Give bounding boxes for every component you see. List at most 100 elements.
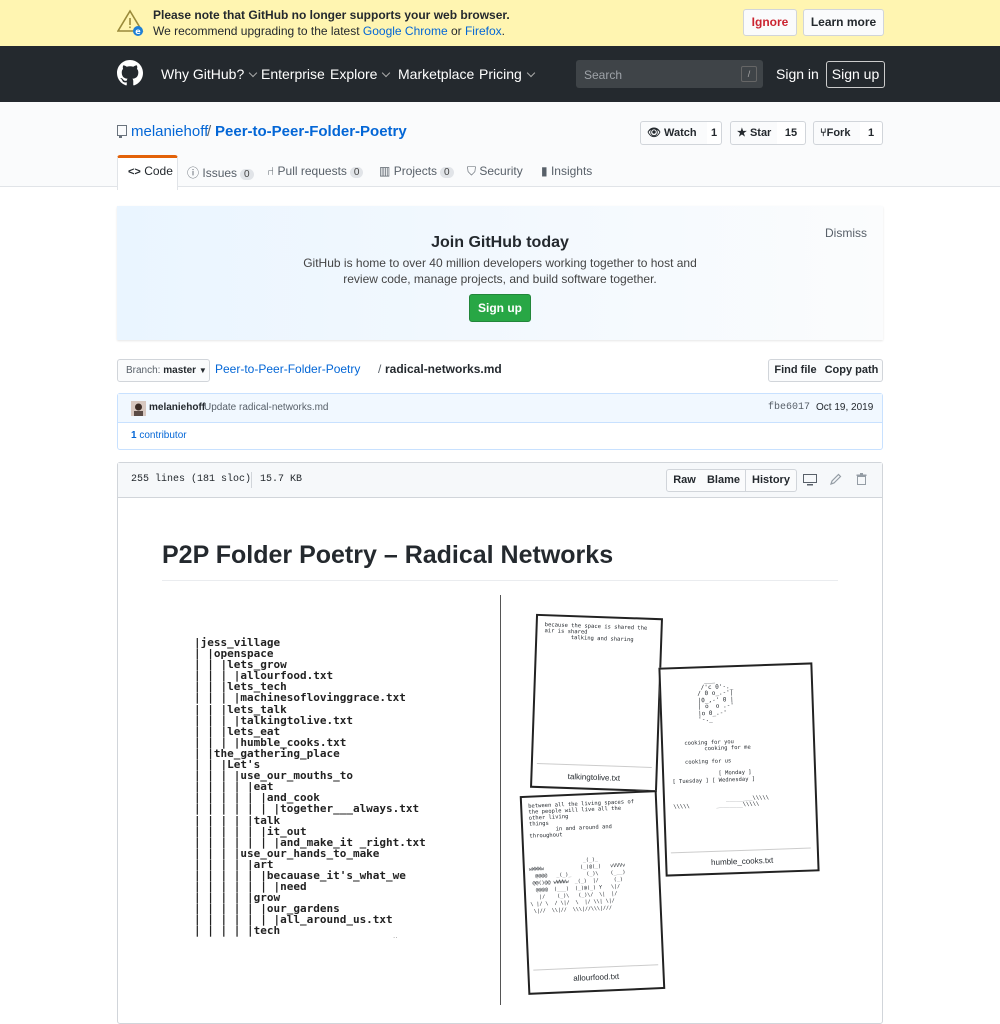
github-logo-icon[interactable]: [117, 60, 143, 86]
folder-tree-line: | | | | |tech: [194, 924, 281, 938]
breadcrumb-file-name: radical-networks.md: [385, 362, 502, 376]
warning-browser-icon: e: [117, 9, 144, 36]
card-humble-cooks-caption: humble_cooks.txt: [710, 855, 774, 868]
star-count[interactable]: 15: [777, 121, 806, 145]
repo-name-link[interactable]: Peer-to-Peer-Folder-Poetry: [215, 123, 407, 140]
folder-tree-image: |jess_village | |openspace | | |lets_grow |…: [194, 637, 426, 937]
join-github-signup-prompt: Join GitHub today GitHub is home to over…: [117, 206, 883, 340]
chevron-down-icon: [249, 68, 258, 78]
fork-icon: ⑂: [820, 127, 827, 139]
repo-owner-link[interactable]: melaniehoff: [131, 123, 208, 140]
avatar[interactable]: [131, 401, 146, 416]
sign-in-link[interactable]: Sign in: [776, 66, 819, 82]
watch-button[interactable]: 👁 Watch: [640, 121, 708, 145]
tab-code[interactable]: <> Code: [117, 155, 178, 190]
star-button[interactable]: ★ Star: [730, 121, 778, 145]
google-chrome-link[interactable]: Google Chrome: [363, 24, 448, 38]
blame-button[interactable]: Blame: [702, 469, 746, 492]
commit-author-link[interactable]: melaniehoff: [149, 402, 205, 413]
pull-request-icon: ⑁: [267, 164, 275, 178]
project-icon: ▥: [379, 164, 391, 178]
file-info-divider: [251, 472, 252, 488]
nav-explore[interactable]: Explore: [330, 66, 391, 82]
tab-pull-requests[interactable]: ⑁ Pull requests 0: [267, 164, 364, 178]
banner-message: We recommend upgrading to the latest Goo…: [153, 24, 505, 38]
card-allourfood-rule: [533, 964, 659, 971]
repo-title-separator: /: [207, 123, 212, 140]
breadcrumb-separator: /: [378, 362, 382, 376]
card-humble-cooks-rule: [670, 847, 811, 854]
card-humble-cooks-art: ___ /'c 0'-._ / 0 o_.-'| |0_,-' 0 | | o …: [696, 676, 735, 724]
header-sign-up-button[interactable]: Sign up: [826, 61, 885, 88]
markdown-title: P2P Folder Poetry – Radical Networks: [162, 541, 614, 569]
tab-issues[interactable]: ⓘ Issues 0: [187, 164, 254, 181]
title-rule: [162, 580, 838, 581]
folder-tree-line: | | | | |talk: [194, 813, 281, 827]
chevron-down-icon: [382, 68, 391, 78]
site-header: Why GitHub? Enterprise Explore Marketpla…: [0, 46, 1000, 102]
tab-insights[interactable]: ▮ Insights: [541, 164, 592, 178]
graph-icon: ▮: [541, 164, 548, 178]
fork-count[interactable]: 1: [860, 121, 883, 145]
browser-warning-banner: e Please note that GitHub no longer supp…: [0, 0, 1000, 47]
image-divider: [500, 595, 501, 1005]
join-description-line1: GitHub is home to over 40 million develo…: [303, 256, 697, 270]
history-button[interactable]: History: [746, 469, 797, 492]
repo-icon: [117, 125, 127, 138]
chevron-down-icon: [526, 68, 536, 78]
star-icon: ★: [737, 127, 747, 139]
folder-tree-line: | | | |machinesoflovinggrace.txt: [194, 691, 406, 705]
card-allourfood-art: _(_)_ wWWWw (_)@(_) vVVVv @@@@ _(_)_ (_)…: [528, 856, 626, 915]
card-humble-cooks: ___ /'c 0'-._ / 0 o_.-'| |0_,-' 0 | | o …: [658, 662, 820, 877]
dismiss-button[interactable]: Dismiss: [825, 226, 867, 240]
file-header: 255 lines (181 sloc) 15.7 KB Raw Blame H…: [118, 463, 882, 498]
banner-title: Please note that GitHub no longer suppor…: [153, 8, 510, 22]
file-viewer: 255 lines (181 sloc) 15.7 KB Raw Blame H…: [117, 462, 883, 1024]
tab-projects[interactable]: ▥ Projects 0: [379, 164, 454, 178]
join-description-line2: review code, manage projects, and build …: [343, 272, 657, 286]
shield-icon: ⛉: [467, 164, 477, 178]
folder-tree-line: | | |lets_talk: [194, 702, 287, 716]
join-sign-up-button[interactable]: Sign up: [469, 294, 531, 322]
card-allourfood: between all the living spaces of the peo…: [519, 790, 666, 995]
card-talkingtolive-text: because the space is shared the air is s…: [544, 622, 648, 644]
commit-sha-link[interactable]: fbe6017: [768, 402, 810, 413]
copy-path-button[interactable]: Copy path: [821, 359, 883, 382]
caret-down-icon: ▼: [198, 366, 207, 375]
code-icon: <>: [128, 166, 141, 178]
commit-date: Oct 19, 2019: [816, 402, 874, 413]
tab-security[interactable]: ⛉ Security: [467, 164, 523, 179]
search-shortcut-key: /: [741, 66, 757, 82]
contributors-link[interactable]: 1 contributor: [131, 430, 187, 441]
nav-enterprise[interactable]: Enterprise: [261, 66, 325, 82]
commit-info-bar: melaniehoff Update radical-networks.md f…: [118, 394, 882, 423]
eye-icon: 👁: [647, 127, 661, 139]
learn-more-button[interactable]: Learn more: [803, 9, 884, 36]
firefox-link[interactable]: Firefox: [465, 24, 502, 38]
ignore-button[interactable]: Ignore: [743, 9, 797, 36]
breadcrumb-repo-link[interactable]: Peer-to-Peer-Folder-Poetry: [215, 362, 360, 376]
search-input[interactable]: [582, 65, 736, 85]
card-talkingtolive-rule: [536, 762, 652, 768]
nav-pricing[interactable]: Pricing: [479, 66, 536, 82]
tree-tail-mark: ..: [393, 931, 398, 940]
card-allourfood-text: between all the living spaces of the peo…: [528, 799, 635, 840]
raw-button[interactable]: Raw: [666, 469, 703, 492]
watch-count[interactable]: 1: [707, 121, 722, 145]
card-humble-cooks-text: cooking for you cooking for me cooking f…: [670, 739, 770, 811]
card-talkingtolive-caption: talkingtolive.txt: [567, 772, 621, 783]
card-allourfood-caption: allourfood.txt: [573, 971, 620, 983]
desktop-icon[interactable]: [803, 474, 817, 486]
svg-text:e: e: [135, 27, 141, 36]
branch-selector[interactable]: Branch: master ▼: [117, 359, 210, 382]
trash-icon[interactable]: [856, 473, 867, 485]
find-file-button[interactable]: Find file: [768, 359, 823, 382]
nav-marketplace[interactable]: Marketplace: [398, 66, 474, 82]
commit-message-link[interactable]: Update radical-networks.md: [204, 402, 329, 413]
nav-why-github[interactable]: Why GitHub?: [161, 66, 258, 82]
issue-icon: ⓘ: [187, 166, 200, 180]
folder-tree-line: | | | | | | |together___always.txt: [194, 802, 420, 816]
pencil-icon[interactable]: [830, 473, 842, 485]
fork-button[interactable]: ⑂Fork: [813, 121, 861, 145]
card-talkingtolive: because the space is shared the air is s…: [530, 613, 663, 793]
